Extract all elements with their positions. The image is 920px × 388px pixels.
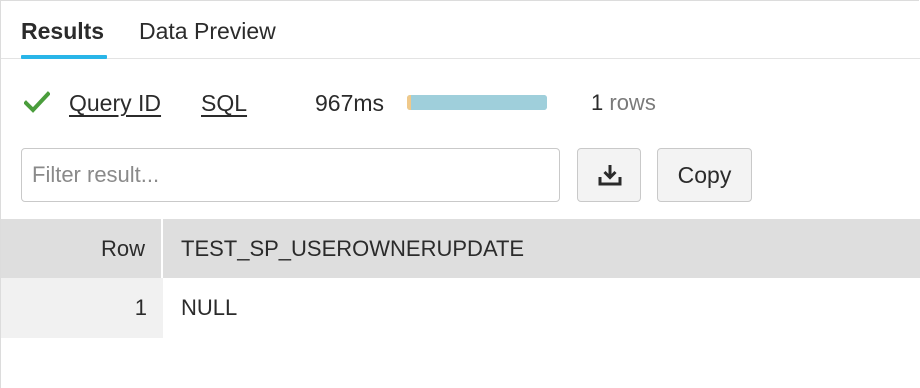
tab-results[interactable]: Results xyxy=(21,17,104,45)
execution-time-segment xyxy=(411,95,547,110)
query-status-row: Query ID SQL 967ms 1 rows xyxy=(1,81,920,125)
query-profile-bar[interactable] xyxy=(407,95,547,110)
row-count-label: rows xyxy=(609,90,656,115)
row-number-cell: 1 xyxy=(1,278,163,338)
sql-link[interactable]: SQL xyxy=(201,89,247,117)
column-header[interactable]: TEST_SP_USEROWNERUPDATE xyxy=(181,235,524,263)
row-count: 1 rows xyxy=(591,89,656,117)
row-number: 1 xyxy=(134,295,147,320)
download-button[interactable] xyxy=(577,148,641,202)
row-header-label: Row xyxy=(100,236,145,261)
query-duration: 967ms xyxy=(315,90,385,116)
download-icon xyxy=(598,165,622,186)
tab-data-preview[interactable]: Data Preview xyxy=(139,17,276,45)
tab-bar: Results Data Preview xyxy=(1,1,920,59)
row-count-value: 1 xyxy=(591,90,604,115)
table-cell[interactable]: NULL xyxy=(181,294,237,322)
results-table: Row TEST_SP_USEROWNERUPDATE 1 NULL xyxy=(1,219,920,338)
check-icon xyxy=(24,91,50,113)
table-header: Row TEST_SP_USEROWNERUPDATE xyxy=(1,219,920,278)
query-id-link[interactable]: Query ID xyxy=(69,89,161,117)
active-tab-indicator xyxy=(21,55,107,59)
table-row: 1 NULL xyxy=(1,278,920,338)
filter-result-input[interactable] xyxy=(21,148,560,202)
results-panel: Results Data Preview Query ID SQL 967ms … xyxy=(0,0,920,388)
row-number-header: Row xyxy=(1,219,163,278)
copy-button[interactable]: Copy xyxy=(657,148,752,202)
